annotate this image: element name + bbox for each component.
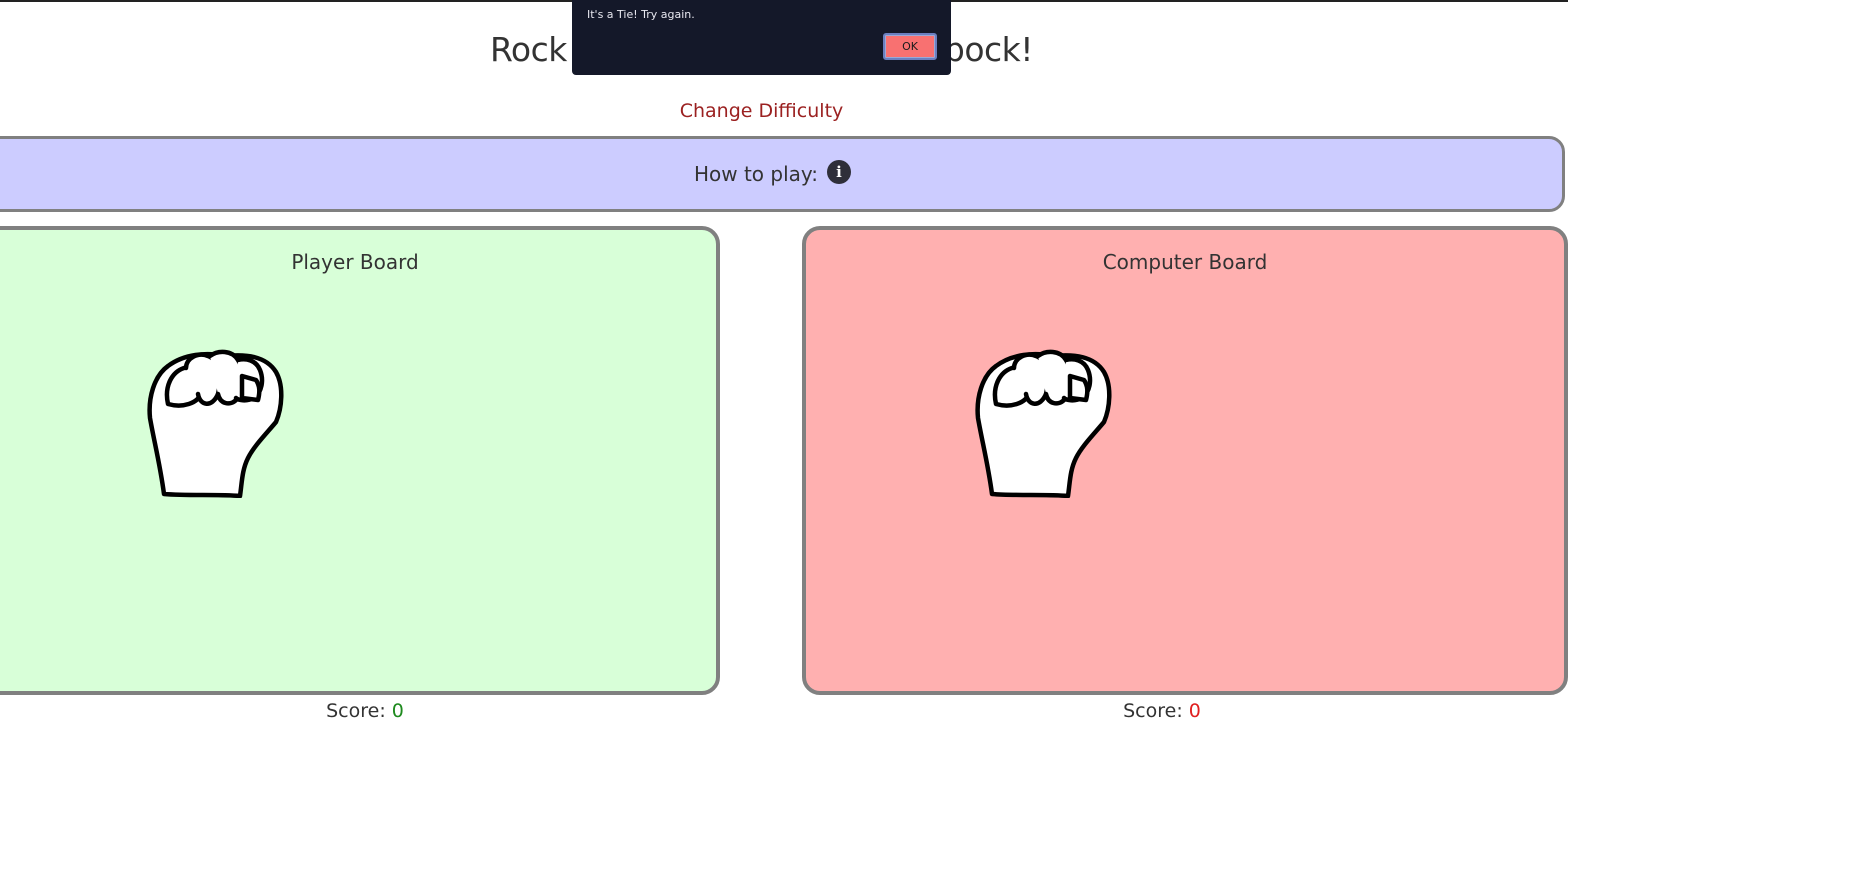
ok-button[interactable]: OK — [883, 33, 937, 60]
info-icon[interactable]: i — [827, 160, 852, 184]
computer-board: Computer Board — [802, 226, 1568, 695]
change-difficulty-link[interactable]: Change Difficulty — [0, 100, 1523, 122]
computer-score-label: Score: — [1123, 700, 1183, 722]
alert-dialog: It's a Tie! Try again. OK — [572, 0, 951, 75]
dialog-message: It's a Tie! Try again. — [587, 8, 695, 21]
computer-score-value: 0 — [1188, 700, 1201, 722]
fist-icon — [147, 349, 284, 498]
computer-board-title: Computer Board — [1102, 250, 1268, 274]
game-page: Rock Paper Scissors Lizard Spock! Change… — [0, 0, 1568, 881]
how-to-play-bar: How to play: i — [0, 136, 1565, 212]
fist-icon — [975, 349, 1112, 498]
player-board-title: Player Board — [291, 250, 419, 274]
player-board: Player Board — [0, 226, 720, 695]
player-score-label: Score: — [326, 700, 386, 722]
computer-score: Score: 0 — [802, 700, 1522, 722]
player-score: Score: 0 — [0, 700, 730, 722]
how-to-play-label: How to play: — [693, 162, 819, 186]
player-score-value: 0 — [391, 700, 404, 722]
